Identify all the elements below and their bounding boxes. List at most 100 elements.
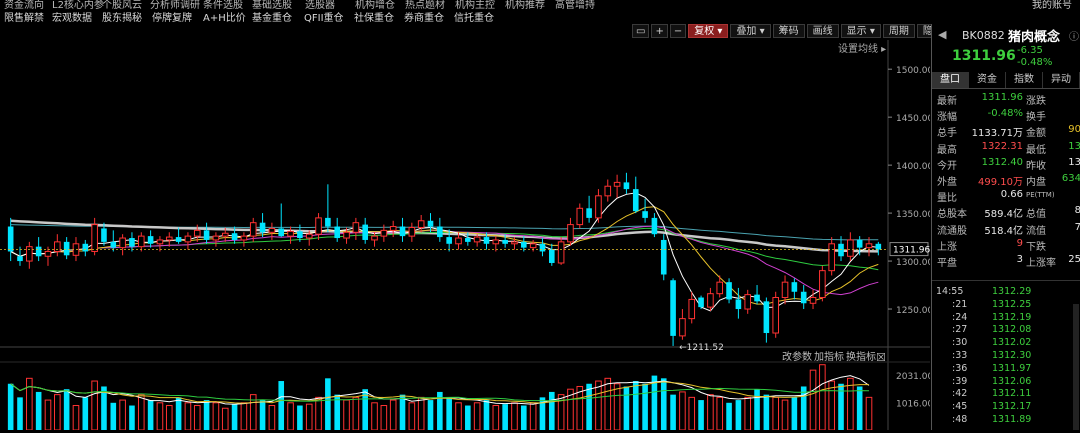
collapse-arrow-icon[interactable]: ◀ xyxy=(938,28,946,41)
candle-body-up[interactable] xyxy=(343,231,350,239)
menu-bottom-item[interactable]: A+H比价 xyxy=(203,9,246,24)
candle-body-up[interactable] xyxy=(119,237,126,249)
candle-body-down[interactable] xyxy=(791,282,798,292)
candle-body-up[interactable] xyxy=(352,222,360,233)
candle-body-down[interactable] xyxy=(147,236,154,244)
candle-body-down[interactable] xyxy=(259,222,266,233)
candle-body-down[interactable] xyxy=(521,241,527,248)
candle-body-up[interactable] xyxy=(26,246,33,262)
candle-body-up[interactable] xyxy=(613,181,621,187)
candle-body-down[interactable] xyxy=(17,256,23,262)
candle-body-down[interactable] xyxy=(175,237,182,242)
candle-body-down[interactable] xyxy=(465,238,471,242)
candle-body-up[interactable] xyxy=(137,235,145,248)
candle-body-down[interactable] xyxy=(539,243,546,252)
candle-body-down[interactable] xyxy=(129,238,135,247)
candle-body-down[interactable] xyxy=(427,220,434,227)
candle-body-up[interactable] xyxy=(165,236,173,241)
candle-body-down[interactable] xyxy=(623,182,630,190)
menu-bottom-item[interactable]: 限售解禁 xyxy=(4,9,44,24)
panel-tab[interactable]: 资金 xyxy=(969,72,1006,88)
menu-bottom-item[interactable]: 社保重仓 xyxy=(354,9,394,24)
candle-body-down[interactable] xyxy=(586,208,592,218)
candle-body-up[interactable] xyxy=(417,220,425,228)
kline-chart-area[interactable]: 设置均线 ▸ 1500.00 1450.00 1400.00 1350.00 1300.0… xyxy=(0,40,933,431)
candle-body-up[interactable] xyxy=(679,318,686,337)
candle-body-up[interactable] xyxy=(529,243,537,249)
candle-body-up[interactable] xyxy=(781,281,789,299)
tick-scrollbar[interactable] xyxy=(1073,304,1079,430)
menu-top-item[interactable]: 机构推荐 xyxy=(505,0,545,11)
candle-body-up[interactable] xyxy=(744,294,752,310)
candle-body-up[interactable] xyxy=(221,232,229,237)
menu-bottom-item[interactable]: 券商重仓 xyxy=(404,9,444,24)
candle-body-down[interactable] xyxy=(446,237,452,244)
candle-body-down[interactable] xyxy=(660,239,667,275)
volume-close-icon[interactable]: ☒ xyxy=(876,351,886,364)
menu-top-item[interactable]: 高管增持 xyxy=(555,0,595,11)
candle-body-up[interactable] xyxy=(408,226,416,237)
candle-body-up[interactable] xyxy=(268,227,276,233)
candle-body-up[interactable] xyxy=(156,239,164,245)
candle-body-down[interactable] xyxy=(856,239,863,248)
toolbar-button[interactable]: ▭ xyxy=(632,24,650,38)
candle-body-up[interactable] xyxy=(305,233,313,239)
panel-tab[interactable]: 指数 xyxy=(1006,72,1043,88)
menu-bottom-item[interactable]: 股东揭秘 xyxy=(102,9,142,24)
candle-body-down[interactable] xyxy=(548,249,555,263)
candle-body-up[interactable] xyxy=(492,239,500,245)
menu-bottom-item[interactable]: 停牌复牌 xyxy=(152,9,192,24)
candle-body-down[interactable] xyxy=(297,231,303,239)
candle-body-up[interactable] xyxy=(91,224,98,252)
candle-body-up[interactable] xyxy=(184,235,192,243)
candle-body-down[interactable] xyxy=(502,239,508,244)
candle-body-up[interactable] xyxy=(567,224,574,243)
candle-body-up[interactable] xyxy=(511,241,518,245)
toolbar-button[interactable]: + xyxy=(651,24,668,38)
candle-body-down[interactable] xyxy=(437,226,443,238)
candle-body-down[interactable] xyxy=(698,297,704,308)
candle-body-up[interactable] xyxy=(389,226,397,231)
info-icon[interactable]: ⓘ xyxy=(1069,28,1079,43)
candle-body-down[interactable] xyxy=(35,246,42,257)
menu-bottom-item[interactable]: 基金重仓 xyxy=(252,9,292,24)
candle-body-up[interactable] xyxy=(380,229,388,237)
candle-body-down[interactable] xyxy=(632,189,639,212)
candle-body-down[interactable] xyxy=(754,294,760,302)
candle-body-up[interactable] xyxy=(595,195,602,219)
candle-body-down[interactable] xyxy=(334,226,341,239)
menu-bottom-item[interactable]: 宏观数据 xyxy=(52,9,92,24)
candle-body-down[interactable] xyxy=(642,211,648,218)
candle-body-up[interactable] xyxy=(604,185,612,197)
candle-body-down[interactable] xyxy=(735,299,742,310)
account-link[interactable]: 我的账号 xyxy=(1032,0,1072,11)
toolbar-button[interactable]: 显示 ▾ xyxy=(840,24,881,38)
candle-body-down[interactable] xyxy=(838,243,844,257)
candle-body-up[interactable] xyxy=(809,297,817,304)
candle-body-down[interactable] xyxy=(325,217,331,227)
candle-body-up[interactable] xyxy=(688,298,696,320)
candle-body-up[interactable] xyxy=(240,235,248,241)
candle-body-up[interactable] xyxy=(473,236,481,243)
candle-body-down[interactable] xyxy=(7,226,14,252)
panel-tab[interactable]: 异动 xyxy=(1043,72,1080,88)
candle-body-down[interactable] xyxy=(763,301,770,334)
candle-body-up[interactable] xyxy=(772,297,780,334)
toolbar-button[interactable]: 画线 xyxy=(806,24,839,38)
candle-body-down[interactable] xyxy=(63,241,70,256)
toolbar-button[interactable]: − xyxy=(669,24,687,38)
toolbar-button[interactable]: 叠加 ▾ xyxy=(730,24,771,38)
candle-body-up[interactable] xyxy=(819,270,826,299)
kline-chart-svg[interactable]: 设置均线 ▸ 1500.00 1450.00 1400.00 1350.00 1300.0… xyxy=(0,40,933,431)
candle-body-down[interactable] xyxy=(651,217,658,235)
candle-body-down[interactable] xyxy=(203,230,210,240)
candle-body-down[interactable] xyxy=(110,241,117,248)
candle-body-up[interactable] xyxy=(847,239,854,257)
volume-control-link[interactable]: 加指标 xyxy=(814,350,844,363)
candle-body-down[interactable] xyxy=(875,243,882,250)
candle-body-up[interactable] xyxy=(315,217,322,235)
ma-settings-link[interactable]: 设置均线 ▸ xyxy=(838,42,886,55)
toolbar-button[interactable]: 复权 ▾ xyxy=(688,24,729,38)
candle-body-down[interactable] xyxy=(726,282,732,300)
candle-body-up[interactable] xyxy=(828,243,835,272)
